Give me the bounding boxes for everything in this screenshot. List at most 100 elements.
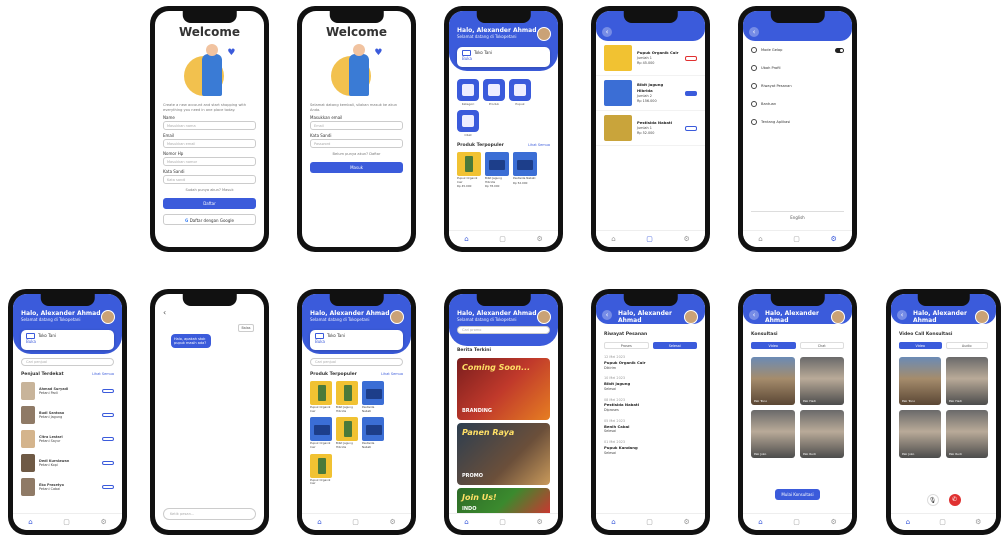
- orders-icon[interactable]: ▢: [499, 518, 506, 526]
- avatar[interactable]: [831, 310, 845, 324]
- home-icon[interactable]: ⌂: [758, 235, 762, 243]
- cart-item[interactable]: Pestisida Nabati Jumlah 1 Rp 52.000: [596, 111, 705, 146]
- seller-row[interactable]: Citra Lestari Petani Sayur: [13, 427, 122, 451]
- tab-chat[interactable]: Chat: [799, 342, 844, 349]
- home-icon[interactable]: ⌂: [464, 518, 468, 526]
- history-item[interactable]: 08 Mei 2023 Pestisida Nabati Diproses: [596, 395, 705, 416]
- avatar[interactable]: [390, 310, 404, 324]
- history-item[interactable]: 12 Mei 2023 Pupuk Organik Cair Dikirim: [596, 352, 705, 373]
- back-icon[interactable]: ‹: [602, 310, 612, 320]
- tab-process[interactable]: Proses: [604, 342, 649, 349]
- promo-banner[interactable]: Coming Soon... BRANDING: [457, 358, 550, 420]
- setting-item[interactable]: Riwayat Pesanan: [743, 77, 852, 95]
- setting-item[interactable]: Ubah Profil: [743, 59, 852, 77]
- category-item[interactable]: Obat: [457, 110, 479, 137]
- orders-icon[interactable]: ▢: [793, 235, 800, 243]
- settings-icon[interactable]: ⚙: [100, 518, 106, 526]
- home-icon[interactable]: ⌂: [28, 518, 32, 526]
- seller-search-input[interactable]: Cari penjual: [21, 358, 114, 366]
- settings-icon[interactable]: ⚙: [389, 518, 395, 526]
- orders-icon[interactable]: ▢: [646, 235, 653, 243]
- settings-icon[interactable]: ⚙: [830, 235, 836, 243]
- home-icon[interactable]: ⌂: [611, 235, 615, 243]
- setting-item[interactable]: Tentang Aplikasi: [743, 113, 852, 131]
- orders-icon[interactable]: ▢: [793, 518, 800, 526]
- expert-photo[interactable]: Pak Rudi: [800, 410, 844, 458]
- back-icon[interactable]: ‹: [897, 310, 907, 320]
- expert-photo[interactable]: Pak Joko: [899, 410, 941, 458]
- expert-photo[interactable]: Pak Rudi: [946, 410, 988, 458]
- promo-banner[interactable]: Panen Raya PROMO: [457, 423, 550, 485]
- category-item[interactable]: Pupuk: [509, 79, 531, 106]
- orders-icon[interactable]: ▢: [646, 518, 653, 526]
- see-all-link[interactable]: Lihat Semua: [528, 143, 550, 148]
- reply-button[interactable]: Balas: [238, 324, 254, 332]
- login-button[interactable]: Masuk: [310, 162, 403, 174]
- name-input[interactable]: Masukkan nama: [163, 121, 256, 131]
- seller-row[interactable]: Eko Prasetyo Petani Cabai: [13, 475, 122, 499]
- expert-photo[interactable]: Pak Hadi: [946, 357, 988, 405]
- tab-audio[interactable]: Audio: [945, 342, 988, 349]
- cart-item[interactable]: Pupuk Organik Cair Jumlah 1 Rp 45.000: [596, 41, 705, 76]
- history-item[interactable]: 10 Mei 2023 Bibit Jagung Selesai: [596, 373, 705, 394]
- login-link[interactable]: Sudah punya akun? Masuk: [155, 188, 264, 193]
- store-card[interactable]: Toko Tani Buka: [310, 330, 403, 350]
- product-card[interactable]: Bibit Jagung Hibrida: [336, 417, 358, 449]
- settings-icon[interactable]: ⚙: [830, 518, 836, 526]
- history-item[interactable]: 01 Mei 2023 Pupuk Kandang Selesai: [596, 437, 705, 458]
- expert-photo[interactable]: Pak Joko: [751, 410, 795, 458]
- promo-search-input[interactable]: Cari promo: [457, 326, 550, 335]
- chat-input[interactable]: Ketik pesan...: [163, 508, 256, 520]
- home-icon[interactable]: ⌂: [906, 518, 910, 526]
- tab-video[interactable]: Video: [899, 342, 942, 349]
- seller-row[interactable]: Ahmad Suryadi Petani Padi: [13, 379, 122, 403]
- orders-icon[interactable]: ▢: [499, 235, 506, 243]
- avatar[interactable]: [975, 310, 989, 324]
- qty-button[interactable]: [685, 125, 697, 131]
- product-card[interactable]: Pupuk Organik Cair: [310, 417, 332, 449]
- cart-item[interactable]: Bibit Jagung Hibrida Jumlah 2 Rp 156.000: [596, 76, 705, 111]
- setting-dark-mode[interactable]: Mode Gelap: [743, 41, 852, 59]
- expert-photo[interactable]: Pak Tono: [899, 357, 941, 405]
- remove-button[interactable]: [685, 55, 697, 61]
- category-item[interactable]: Kategori: [457, 79, 479, 106]
- product-card[interactable]: Pestisida Nabati: [362, 417, 384, 449]
- login-email-input[interactable]: Email: [310, 121, 403, 131]
- product-card[interactable]: Pestisida Nabati Rp 52.000: [513, 152, 537, 189]
- checkout-button[interactable]: [685, 90, 697, 96]
- email-input[interactable]: Masukkan email: [163, 139, 256, 149]
- home-icon[interactable]: ⌂: [317, 518, 321, 526]
- orders-icon[interactable]: ▢: [352, 518, 359, 526]
- tab-done[interactable]: Selesai: [652, 342, 697, 349]
- avatar[interactable]: [684, 310, 698, 324]
- back-icon[interactable]: ‹: [602, 27, 612, 37]
- settings-icon[interactable]: ⚙: [536, 518, 542, 526]
- password-input[interactable]: Kata sandi: [163, 175, 256, 185]
- product-card[interactable]: Bibit Jagung Hibrida: [336, 381, 358, 413]
- expert-photo[interactable]: Pak Hadi: [800, 357, 844, 405]
- seller-row[interactable]: Budi Santoso Petani Jagung: [13, 403, 122, 427]
- register-button[interactable]: Daftar: [163, 198, 256, 210]
- orders-icon[interactable]: ▢: [63, 518, 70, 526]
- google-signup-button[interactable]: G Daftar dengan Google: [163, 214, 256, 226]
- avatar[interactable]: [537, 27, 551, 41]
- mic-icon[interactable]: 🎙: [926, 494, 939, 506]
- avatar[interactable]: [537, 310, 551, 324]
- avatar[interactable]: [101, 310, 115, 324]
- product-card[interactable]: Bibit Jagung Hibrida Rp 78.000: [485, 152, 509, 189]
- start-consultation-button[interactable]: Mulai Konsultasi: [775, 489, 820, 500]
- seller-row[interactable]: Dedi Kurniawan Petani Kopi: [13, 451, 122, 475]
- category-item[interactable]: Produk: [483, 79, 505, 106]
- product-card[interactable]: Pupuk Organik Cair: [310, 453, 332, 486]
- history-item[interactable]: 05 Mei 2023 Benih Cabai Selesai: [596, 416, 705, 437]
- store-card[interactable]: Toko Tani Buka: [457, 47, 550, 67]
- product-card[interactable]: Pupuk Organik Cair: [310, 381, 332, 413]
- end-call-icon[interactable]: ✆: [948, 494, 961, 506]
- product-card[interactable]: Pestisida Nabati: [362, 381, 384, 413]
- settings-icon[interactable]: ⚙: [536, 235, 542, 243]
- product-search-input[interactable]: Cari penjual: [310, 358, 403, 366]
- back-icon[interactable]: ‹: [163, 308, 166, 317]
- home-icon[interactable]: ⌂: [464, 235, 468, 243]
- store-card[interactable]: Toko Tani Buka: [21, 330, 114, 350]
- settings-icon[interactable]: ⚙: [683, 235, 689, 243]
